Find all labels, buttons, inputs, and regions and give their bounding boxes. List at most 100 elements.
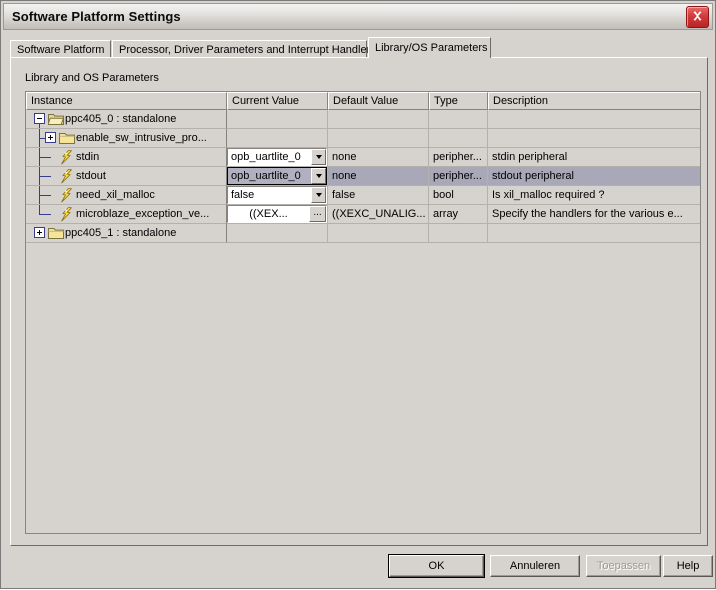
cell-type: peripher... [429, 167, 488, 186]
cell-instance[interactable]: stdout [26, 167, 227, 186]
table-row[interactable]: ppc405_1 : standalone [26, 224, 700, 243]
cell-instance[interactable]: need_xil_malloc [26, 186, 227, 205]
tree-indent [34, 186, 59, 204]
dialog-button-bar: OK Annuleren Toepassen Help [1, 550, 716, 590]
table-row[interactable]: microblaze_exception_ve... ((XEX... ... … [26, 205, 700, 224]
table-row[interactable]: stdin opb_uartlite_0 none peripher... st… [26, 148, 700, 167]
instance-label: stdout [76, 170, 106, 182]
combo-value: opb_uartlite_0 [228, 168, 311, 184]
tree-line [39, 123, 40, 128]
apply-button: Toepassen [586, 555, 661, 577]
expander-plus-icon[interactable] [34, 226, 45, 238]
close-x-icon[interactable] [686, 6, 709, 28]
tree-indent [26, 167, 40, 185]
tree-indent [26, 148, 40, 166]
cell-instance[interactable]: microblaze_exception_ve... [26, 205, 227, 224]
cell-current-value[interactable]: false [227, 186, 328, 205]
table-row[interactable]: ppc405_0 : standalone [26, 110, 700, 129]
group-label: Library and OS Parameters [25, 72, 159, 84]
chevron-down-icon[interactable] [311, 168, 326, 184]
chevron-down-icon[interactable] [311, 149, 326, 165]
tree-line [39, 194, 51, 196]
cell-current-value[interactable] [227, 129, 328, 148]
parameter-bolt-icon [59, 186, 76, 204]
cell-current-value[interactable] [227, 110, 328, 129]
tab-library-os-parameters[interactable]: Library/OS Parameters [368, 37, 491, 58]
parameter-bolt-icon [59, 205, 76, 223]
parameter-bolt-icon [59, 148, 76, 166]
cell-type [429, 110, 488, 129]
instance-label: need_xil_malloc [76, 189, 155, 201]
tree-indent [34, 129, 56, 147]
tab-label: Software Platform [17, 43, 105, 56]
library-os-parameters-panel: Library and OS Parameters Instance Curre… [10, 57, 708, 546]
tab-software-platform[interactable]: Software Platform [10, 40, 111, 58]
combo-value: false [231, 189, 255, 201]
tab-label: Library/OS Parameters [375, 42, 488, 54]
cell-current-value[interactable]: opb_uartlite_0 [227, 148, 328, 167]
cell-type: peripher... [429, 148, 488, 167]
cell-description: Is xil_malloc required ? [488, 186, 700, 205]
tab-strip: Software Platform Processor, Driver Para… [10, 37, 708, 58]
instance-label: ppc405_0 : standalone [65, 113, 177, 125]
parameter-bolt-icon [59, 167, 76, 185]
tree-line [39, 213, 51, 215]
expander-minus-icon[interactable] [34, 112, 45, 124]
column-header-instance[interactable]: Instance [26, 92, 227, 110]
cancel-button[interactable]: Annuleren [490, 555, 580, 577]
tree-indent [26, 186, 40, 204]
tree-line [39, 156, 51, 158]
cell-type: bool [429, 186, 488, 205]
instance-label: microblaze_exception_ve... [76, 208, 210, 220]
tree-indent [34, 148, 59, 166]
current-value-editor[interactable]: ((XEX... ... [227, 205, 327, 223]
current-value-combo[interactable]: opb_uartlite_0 [227, 167, 327, 185]
tab-label: Processor, Driver Parameters and Interru… [119, 43, 376, 56]
cell-description: stdout peripheral [488, 167, 700, 186]
cell-default-value: none [328, 148, 429, 167]
cell-type [429, 224, 488, 243]
cell-type [429, 129, 488, 148]
table-row[interactable]: stdout opb_uartlite_0 none peripher... s… [26, 167, 700, 186]
tree-indent [34, 205, 59, 223]
combo-value: opb_uartlite_0 [231, 151, 301, 163]
table-row[interactable]: enable_sw_intrusive_pro... [26, 129, 700, 148]
help-button[interactable]: Help [663, 555, 713, 577]
cell-default-value [328, 224, 429, 243]
browse-ellipsis-button[interactable]: ... [309, 206, 326, 222]
tab-processor-driver-parameters[interactable]: Processor, Driver Parameters and Interru… [112, 40, 376, 58]
cell-description [488, 224, 700, 243]
tree-indent [26, 205, 40, 223]
column-header-type[interactable]: Type [429, 92, 488, 110]
cell-instance[interactable]: stdin [26, 148, 227, 167]
table-body: ppc405_0 : standalone enable_sw_intrusiv… [26, 110, 700, 243]
column-header-description[interactable]: Description [488, 92, 700, 110]
instance-label: enable_sw_intrusive_pro... [76, 132, 207, 144]
ok-button[interactable]: OK [388, 554, 485, 578]
cell-default-value: none [328, 167, 429, 186]
column-header-default-value[interactable]: Default Value [328, 92, 429, 110]
cell-default-value: false [328, 186, 429, 205]
current-value-combo[interactable]: opb_uartlite_0 [227, 148, 327, 166]
software-platform-settings-window: Software Platform Settings Software Plat… [0, 0, 716, 589]
folder-icon [48, 224, 65, 242]
tree-indent [34, 167, 59, 185]
cell-instance[interactable]: ppc405_0 : standalone [26, 110, 227, 129]
tree-indent [26, 224, 45, 242]
editor-value: ((XEX... [249, 208, 288, 220]
cell-current-value[interactable]: ((XEX... ... [227, 205, 328, 224]
cell-instance[interactable]: enable_sw_intrusive_pro... [26, 129, 227, 148]
cell-instance[interactable]: ppc405_1 : standalone [26, 224, 227, 243]
column-header-current-value[interactable]: Current Value [227, 92, 328, 110]
cell-description: stdin peripheral [488, 148, 700, 167]
tree-line [39, 175, 51, 177]
chevron-down-icon[interactable] [311, 187, 326, 203]
expander-plus-icon[interactable] [45, 131, 56, 143]
current-value-combo[interactable]: false [227, 186, 327, 204]
cell-default-value [328, 110, 429, 129]
cell-default-value: ((XEXC_UNALIG... [328, 205, 429, 224]
cell-current-value[interactable] [227, 224, 328, 243]
cell-type: array [429, 205, 488, 224]
table-row[interactable]: need_xil_malloc false false bool Is xil_… [26, 186, 700, 205]
cell-current-value[interactable]: opb_uartlite_0 [227, 167, 328, 186]
